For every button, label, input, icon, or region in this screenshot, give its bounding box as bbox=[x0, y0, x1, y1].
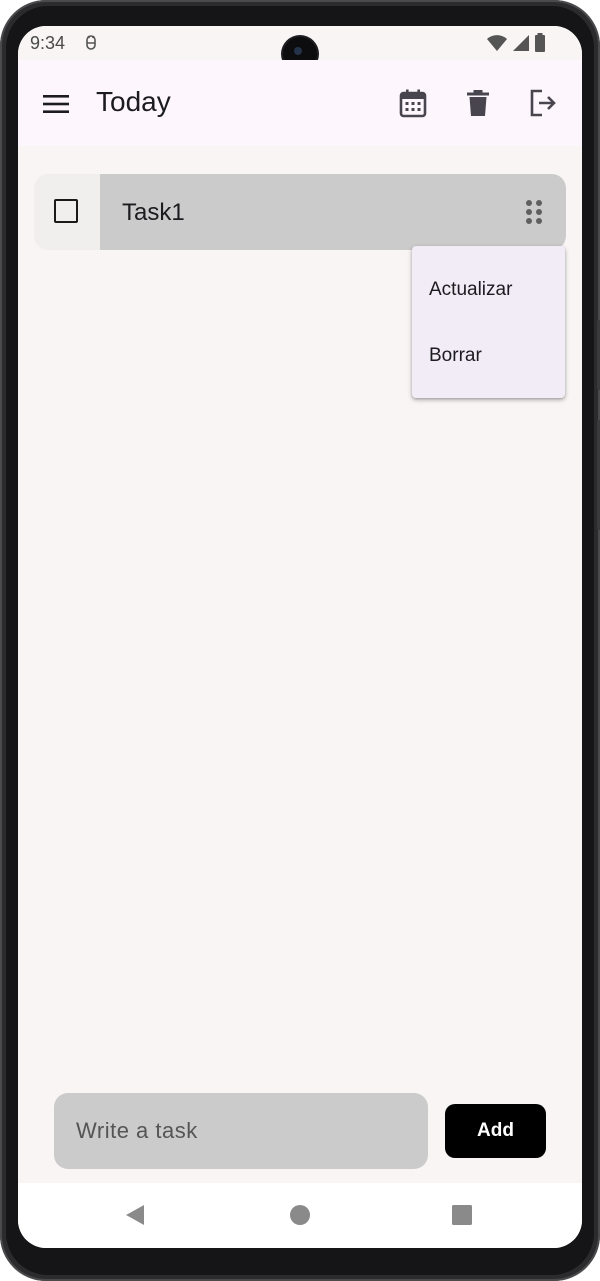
back-icon[interactable] bbox=[123, 1203, 147, 1227]
task-item[interactable]: Task1 bbox=[34, 174, 566, 250]
debug-icon bbox=[86, 35, 96, 50]
signal-icon bbox=[513, 35, 529, 51]
calendar-icon[interactable] bbox=[398, 88, 428, 118]
drag-handle-icon[interactable] bbox=[524, 198, 544, 226]
delete-icon[interactable] bbox=[463, 88, 493, 118]
wifi-icon bbox=[487, 35, 507, 51]
task-title: Task1 bbox=[122, 199, 185, 226]
page-title: Today bbox=[96, 86, 171, 117]
system-nav-bar bbox=[18, 1183, 582, 1248]
app-screen: 9:34 Today Task1 Actualizar Borrar Write… bbox=[18, 26, 582, 1248]
battery-icon bbox=[535, 33, 545, 52]
logout-icon[interactable] bbox=[528, 88, 558, 118]
home-icon[interactable] bbox=[288, 1203, 312, 1227]
add-button[interactable]: Add bbox=[445, 1104, 546, 1158]
menu-item-delete[interactable]: Borrar bbox=[429, 345, 482, 367]
task-body[interactable]: Task1 bbox=[100, 174, 566, 250]
phone-frame: 9:34 Today Task1 Actualizar Borrar Write… bbox=[0, 0, 600, 1281]
task-context-menu: Actualizar Borrar bbox=[412, 246, 565, 398]
status-icons bbox=[486, 33, 546, 53]
menu-icon[interactable] bbox=[42, 92, 70, 116]
task-input[interactable] bbox=[54, 1093, 428, 1169]
menu-item-update[interactable]: Actualizar bbox=[429, 279, 512, 301]
top-app-bar: Today bbox=[18, 60, 582, 146]
recents-icon[interactable] bbox=[450, 1203, 474, 1227]
task-checkbox[interactable] bbox=[54, 199, 78, 223]
status-time: 9:34 bbox=[30, 33, 66, 53]
